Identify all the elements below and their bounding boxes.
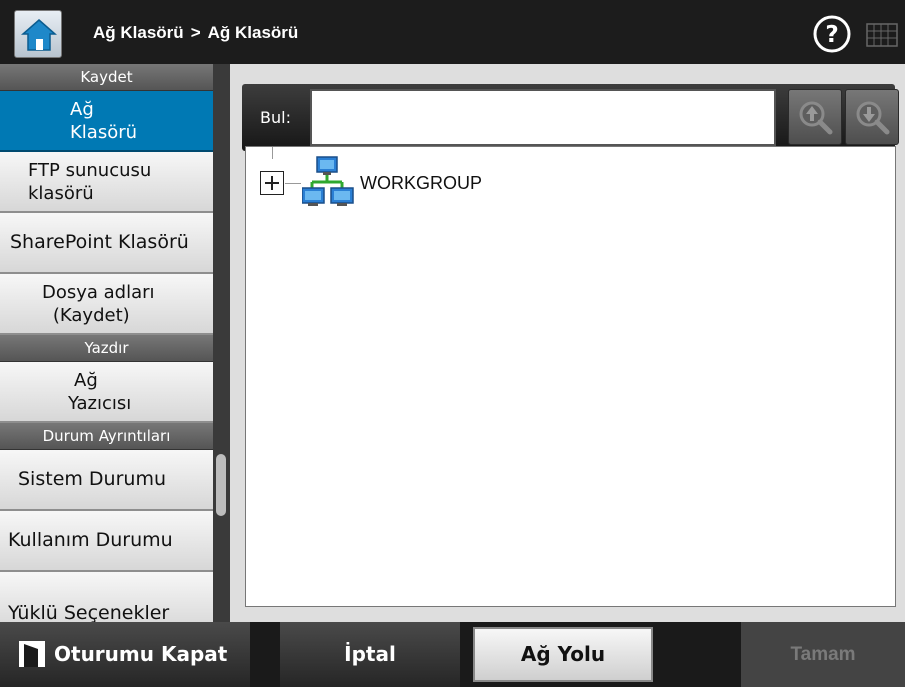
sidebar-item-label: Ağ [74, 369, 98, 391]
search-down-icon [856, 101, 890, 135]
svg-text:?: ? [825, 22, 838, 48]
expand-icon[interactable] [260, 171, 284, 195]
logout-label: Oturumu Kapat [54, 642, 228, 666]
find-label: Bul: [260, 108, 291, 127]
folder-tree: WORKGROUP [245, 146, 896, 607]
breadcrumb: Ağ Klasörü > Ağ Klasörü [93, 23, 298, 43]
sidebar-item-usage-status[interactable]: Kullanım Durumu [0, 511, 213, 572]
sidebar-item-system-status[interactable]: Sistem Durumu [0, 450, 213, 511]
sidebar-item-label: Sistem Durumu [18, 468, 167, 490]
sidebar-item-file-names[interactable]: Dosya adları (Kaydet) [0, 274, 213, 335]
sidebar-item-network-printer[interactable]: Ağ Yazıcısı [0, 362, 213, 423]
tree-connector [285, 183, 301, 184]
sidebar-section-status-details: Durum Ayrıntıları [0, 423, 213, 450]
ok-button[interactable]: Tamam [741, 622, 905, 687]
sidebar-section-yazdir: Yazdır [0, 335, 213, 362]
sidebar-item-network-folder[interactable]: Ağ Klasörü [0, 91, 213, 152]
main-panel: Bul: WORKGROUP [230, 64, 905, 622]
sidebar-item-label: Ağ [70, 98, 94, 120]
sidebar-item-sharepoint-folder[interactable]: SharePoint Klasörü [0, 213, 213, 274]
sidebar-item-label: klasörü [28, 182, 94, 204]
find-input[interactable] [310, 89, 776, 146]
sidebar-item-label: Kullanım Durumu [8, 529, 173, 551]
cancel-button[interactable]: İptal [280, 622, 460, 687]
network-workgroup-icon[interactable] [302, 155, 354, 209]
network-path-button[interactable]: Ağ Yolu [473, 627, 653, 682]
sidebar-section-kaydet: Kaydet [0, 64, 213, 91]
sidebar-item-label: Dosya adları [42, 281, 155, 303]
find-next-button[interactable] [845, 89, 899, 145]
breadcrumb-separator: > [190, 23, 201, 42]
tree-node-label[interactable]: WORKGROUP [360, 173, 482, 194]
home-button[interactable] [14, 10, 62, 58]
sidebar-item-installed-options[interactable]: Yüklü Seçenekler [0, 572, 213, 622]
sidebar-scrollbar-thumb[interactable] [216, 454, 226, 516]
bottom-bar: Oturumu Kapat İptal Ağ Yolu Tamam [0, 622, 905, 687]
logout-door-icon [19, 641, 45, 667]
tree-connector [272, 147, 273, 159]
home-icon [21, 19, 57, 51]
sidebar-item-label: (Kaydet) [52, 304, 130, 326]
sidebar-item-label: Klasörü [70, 121, 138, 143]
top-bar: Ağ Klasörü > Ağ Klasörü ? [0, 0, 905, 64]
sidebar: Kaydet Ağ Klasörü FTP sunucusu klasörü Sha… [0, 64, 213, 622]
sidebar-item-label: Yüklü Seçenekler [8, 602, 170, 622]
sidebar-item-label: SharePoint Klasörü [10, 231, 189, 253]
keyboard-icon[interactable] [866, 20, 898, 50]
find-bar: Bul: [242, 84, 899, 151]
sidebar-item-ftp-folder[interactable]: FTP sunucusu klasörü [0, 152, 213, 213]
search-up-icon [799, 101, 833, 135]
breadcrumb-item-parent: Ağ Klasörü [93, 23, 184, 42]
sidebar-item-label: FTP sunucusu [28, 159, 152, 181]
breadcrumb-item-current: Ağ Klasörü [207, 23, 299, 42]
logout-button[interactable]: Oturumu Kapat [0, 622, 250, 687]
sidebar-item-label: Yazıcısı [68, 392, 132, 414]
help-icon[interactable]: ? [812, 14, 852, 54]
sidebar-scrollbar[interactable] [213, 64, 230, 622]
find-previous-button[interactable] [788, 89, 842, 145]
